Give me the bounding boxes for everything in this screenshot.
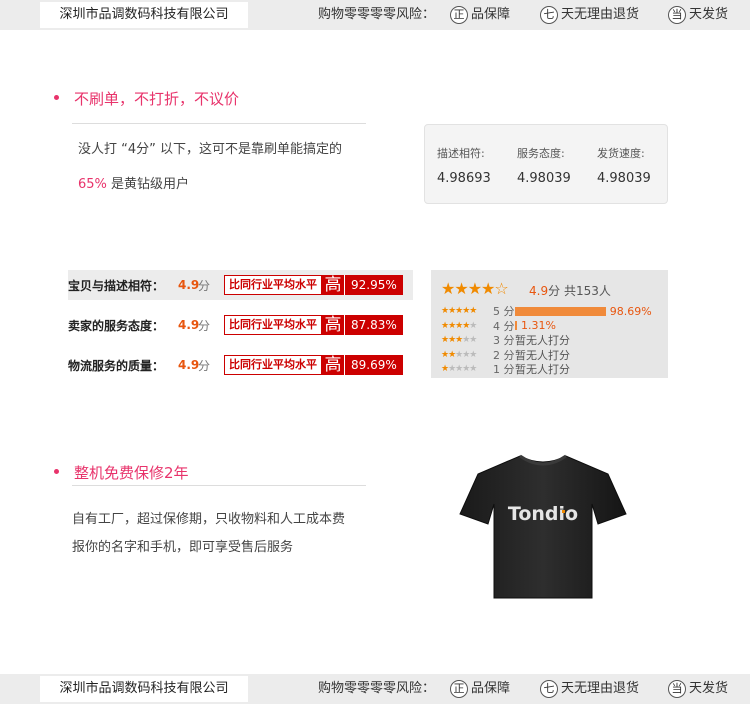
badge-quality: 正 品保障 <box>450 0 510 30</box>
score-row-logistics: 物流服务的质量： 4.9 分 比同行业平均水平 高 89.69% <box>68 354 403 376</box>
shirt-logo-text: Tondio <box>508 503 578 525</box>
score-panel: 宝贝与描述相符： 4.9 分 比同行业平均水平 高 92.95% 卖家的服务态度… <box>68 270 668 378</box>
bullet-dot <box>54 469 59 474</box>
promise-label: 购物零零零零风险： <box>318 7 436 22</box>
distribution-row: ★★★★★ 5 分 98.69% <box>441 304 652 319</box>
footer-bar: 深圳市品调数码科技有限公司 购物零零零零风险： 正 品保障 七 天无理由退货 当… <box>0 674 750 704</box>
rating-desc: 描述相符: 4.98693 <box>437 147 491 186</box>
section1-text-1: 没人打 “4分” 以下，这可不是靠刷单能搞定的 <box>78 142 343 157</box>
distribution-row: ★★★★★ 3 分暂无人打分 <box>441 334 570 347</box>
section2-text-2: 报你的名字和手机，即可享受售后服务 <box>72 540 294 555</box>
score-distribution: ★★★★☆ 4.9分 共153人 ★★★★★ 5 分 98.69% ★★★★★ 4 分1… <box>431 270 668 378</box>
section-title-warranty: 整机免费保修2年 <box>54 462 189 483</box>
mini-stars-icon: ★★★★★ <box>441 335 477 345</box>
tshirt-image: Tondio <box>459 454 627 599</box>
mini-stars-icon: ★★★★★ <box>441 306 477 316</box>
dang-icon: 当 <box>668 680 686 698</box>
mini-stars-icon: ★★★★★ <box>441 364 477 374</box>
mini-stars-icon: ★★★★★ <box>441 320 477 331</box>
promise-label: 购物零零零零风险： <box>318 681 436 696</box>
zheng-icon: 正 <box>450 6 468 24</box>
distribution-row: ★★★★★ 4 分 1.31% <box>441 319 556 333</box>
distribution-row: ★★★★★ 1 分暂无人打分 <box>441 363 570 376</box>
distribution-bar <box>515 321 517 330</box>
score-row-description: 宝贝与描述相符： 4.9 分 比同行业平均水平 高 92.95% <box>68 274 403 296</box>
zheng-icon: 正 <box>450 680 468 698</box>
rating-service: 服务态度: 4.98039 <box>517 147 571 186</box>
badge-return: 七 天无理由退货 <box>540 674 639 704</box>
compare-badge: 比同行业平均水平 高 87.83% <box>224 315 403 335</box>
badge-quality: 正 品保障 <box>450 674 510 704</box>
badge-return: 七 天无理由退货 <box>540 0 639 30</box>
badge-shipping: 当 天发货 <box>668 0 728 30</box>
rating-summary-box: 描述相符: 4.98693 服务态度: 4.98039 发货速度: 4.9803… <box>424 124 668 204</box>
rating-shipping: 发货速度: 4.98039 <box>597 147 651 186</box>
section2-text-1: 自有工厂，超过保修期，只收物料和人工成本费 <box>72 512 346 527</box>
distribution-bar <box>515 306 606 316</box>
distribution-row: ★★★★★ 2 分暂无人打分 <box>441 348 570 362</box>
score-row-service: 卖家的服务态度： 4.9 分 比同行业平均水平 高 87.83% <box>68 314 403 336</box>
compare-badge: 比同行业平均水平 高 92.95% <box>224 275 403 295</box>
qi-icon: 七 <box>540 680 558 698</box>
dang-icon: 当 <box>668 6 686 24</box>
section-title-no-fake: 不刷单，不打折，不议价 <box>54 88 239 109</box>
compare-badge: 比同行业平均水平 高 89.69% <box>224 355 403 375</box>
badge-shipping: 当 天发货 <box>668 674 728 704</box>
company-name: 深圳市品调数码科技有限公司 <box>40 676 248 702</box>
qi-icon: 七 <box>540 6 558 24</box>
star-rating-icon: ★★★★☆ <box>441 279 509 298</box>
section1-text-2: 65% 是黄钻级用户 <box>78 177 190 192</box>
mini-stars-icon: ★★★★★ <box>441 349 477 360</box>
score-summary: 4.9分 共153人 <box>529 284 611 298</box>
bullet-dot <box>54 95 59 100</box>
company-name: 深圳市品调数码科技有限公司 <box>40 2 248 28</box>
section-divider <box>72 485 366 486</box>
section-divider <box>72 123 366 124</box>
header-bar: 深圳市品调数码科技有限公司 购物零零零零风险： 正 品保障 七 天无理由退货 当… <box>0 0 750 30</box>
